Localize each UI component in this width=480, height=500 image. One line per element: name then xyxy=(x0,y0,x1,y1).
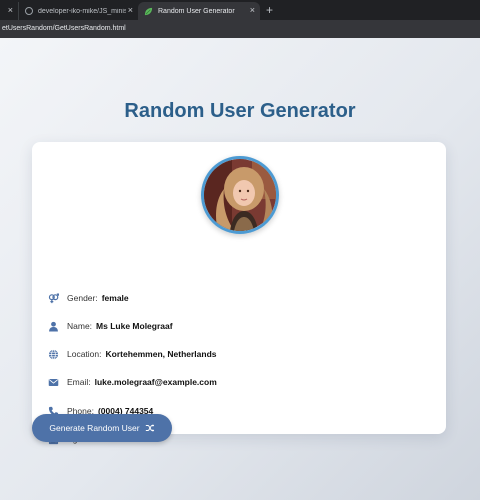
browser-tab-active[interactable]: Random User Generator × xyxy=(138,2,260,20)
globe-icon xyxy=(48,349,59,360)
gender-label: Gender: xyxy=(67,293,98,303)
tab-title: developer-iko-mike/JS_minis: js-ex xyxy=(38,7,126,15)
generate-button-label: Generate Random User xyxy=(49,423,140,433)
person-icon xyxy=(48,321,59,332)
browser-tab-bar: × developer-iko-mike/JS_minis: js-ex × R… xyxy=(0,0,480,20)
shuffle-icon xyxy=(145,424,154,432)
leaf-favicon-icon xyxy=(144,7,153,15)
generate-random-user-button[interactable]: Generate Random User xyxy=(32,414,172,442)
browser-tab-partial[interactable]: × xyxy=(0,2,18,20)
email-value: luke.molegraaf@example.com xyxy=(94,377,217,387)
name-label: Name: xyxy=(67,321,93,331)
location-value: Kortehemmen, Netherlands xyxy=(105,349,217,359)
close-tab-icon[interactable]: × xyxy=(128,6,133,15)
user-location-row: Location: Kortehemmen, Netherlands xyxy=(48,347,217,361)
user-avatar xyxy=(201,156,279,234)
user-name-row: Name: Ms Luke Molegraaf xyxy=(48,319,173,333)
new-tab-button[interactable]: + xyxy=(266,2,273,20)
user-card: Gender: female Name: Ms Luke Molegraaf L… xyxy=(32,142,446,444)
user-gender-row: Gender: female xyxy=(48,291,129,305)
user-email-row: Email: luke.molegraaf@example.com xyxy=(48,375,217,389)
email-label: Email: xyxy=(67,377,91,387)
envelope-icon xyxy=(48,377,59,388)
tab-title: Random User Generator xyxy=(158,7,235,15)
name-value: Ms Luke Molegraaf xyxy=(96,321,173,331)
close-tab-icon[interactable]: × xyxy=(250,6,255,15)
avatar-photo xyxy=(204,159,276,231)
close-tab-icon[interactable]: × xyxy=(8,6,13,15)
github-favicon-icon xyxy=(25,7,33,15)
gender-value: female xyxy=(101,293,129,303)
gender-icon xyxy=(48,293,59,304)
page-title: Random User Generator xyxy=(124,100,356,122)
location-label: Location: xyxy=(67,349,102,359)
browser-tab-github[interactable]: developer-iko-mike/JS_minis: js-ex × xyxy=(18,2,138,20)
address-bar[interactable]: etUsersRandom/GetUsersRandom.html xyxy=(0,20,480,38)
